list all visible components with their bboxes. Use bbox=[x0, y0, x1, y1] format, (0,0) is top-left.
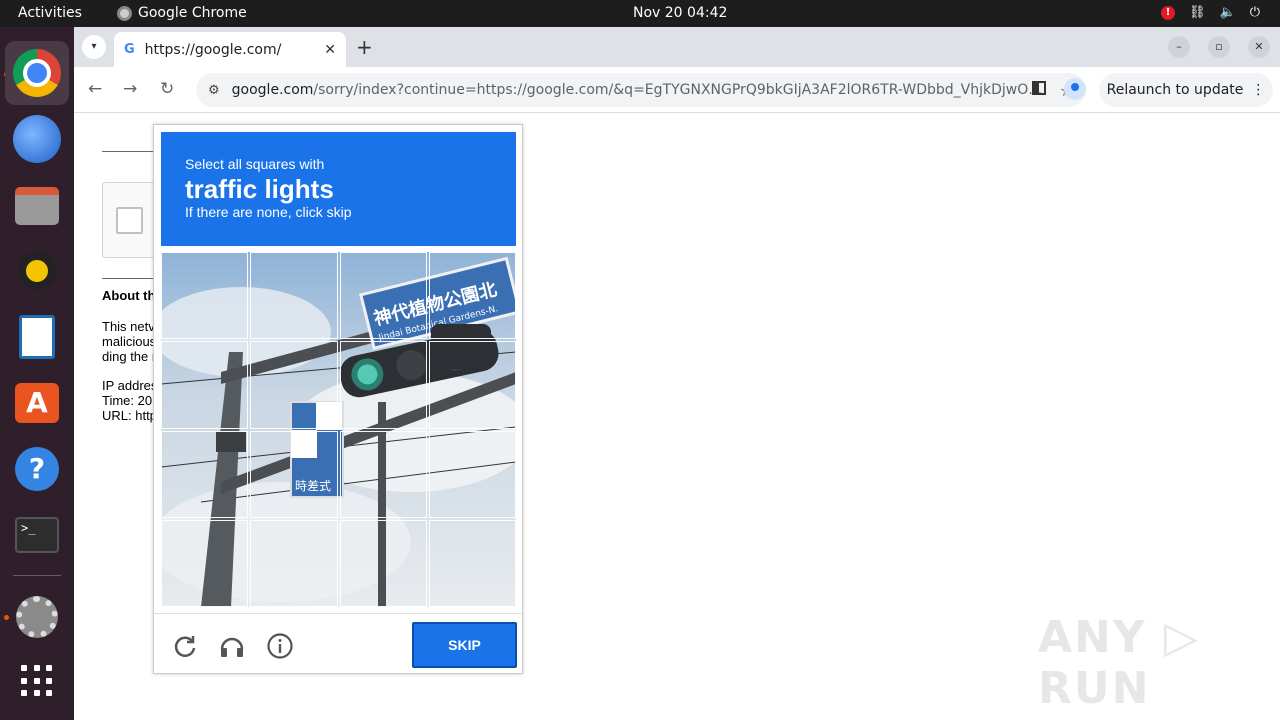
google-favicon-icon: G bbox=[124, 42, 135, 57]
info-icon[interactable] bbox=[266, 632, 294, 660]
rhythmbox-icon bbox=[18, 252, 56, 290]
profile-avatar[interactable] bbox=[1064, 78, 1086, 100]
tab-active[interactable]: G https://google.com/ ✕ bbox=[114, 32, 346, 67]
side-panel-icon[interactable] bbox=[1032, 81, 1046, 95]
close-window-button[interactable]: ✕ bbox=[1248, 36, 1270, 58]
dock-thunderbird[interactable] bbox=[5, 107, 69, 171]
captcha-tile[interactable] bbox=[339, 519, 427, 607]
dock-help[interactable]: ? bbox=[5, 437, 69, 501]
captcha-challenge: Select all squares with traffic lights I… bbox=[153, 124, 524, 675]
skip-button[interactable]: SKIP bbox=[412, 622, 517, 668]
captcha-tile[interactable] bbox=[339, 341, 427, 429]
dock-chrome[interactable] bbox=[5, 41, 69, 105]
tab-close-icon[interactable]: ✕ bbox=[324, 42, 336, 58]
captcha-tile[interactable] bbox=[339, 430, 427, 518]
captcha-footer: SKIP bbox=[154, 613, 524, 675]
minimize-button[interactable]: – bbox=[1168, 36, 1190, 58]
captcha-tiles bbox=[161, 252, 516, 607]
window-controls: – ▫ ✕ bbox=[1168, 36, 1270, 58]
network-icon[interactable]: ⛓ bbox=[1189, 5, 1206, 20]
relaunch-label: Relaunch to update bbox=[1106, 82, 1244, 98]
app-center-icon: A bbox=[15, 383, 59, 423]
anyrun-watermark: ANY ▷ RUN bbox=[1038, 612, 1200, 714]
captcha-instruction: Select all squares with bbox=[185, 156, 325, 172]
dock-terminal[interactable]: >_ bbox=[5, 503, 69, 567]
captcha-tile[interactable] bbox=[428, 430, 516, 518]
captcha-tile[interactable] bbox=[161, 341, 249, 429]
forward-icon[interactable]: → bbox=[123, 79, 137, 99]
help-icon: ? bbox=[15, 447, 59, 491]
about-heading: About th bbox=[102, 288, 156, 303]
reload-challenge-icon[interactable] bbox=[171, 632, 199, 660]
captcha-target: traffic lights bbox=[185, 174, 334, 204]
back-icon[interactable]: ← bbox=[88, 79, 102, 99]
recaptcha-checkbox[interactable] bbox=[116, 207, 143, 234]
alert-icon[interactable]: ! bbox=[1161, 5, 1175, 20]
clock[interactable]: Nov 20 04:42 bbox=[633, 5, 727, 21]
tab-title: https://google.com/ bbox=[144, 41, 282, 58]
captcha-tile[interactable] bbox=[161, 519, 249, 607]
dock-files[interactable] bbox=[5, 174, 69, 238]
maximize-button[interactable]: ▫ bbox=[1208, 36, 1230, 58]
captcha-tile[interactable] bbox=[428, 519, 516, 607]
dock-rhythmbox[interactable] bbox=[5, 239, 69, 303]
show-apps-icon bbox=[21, 665, 53, 697]
audio-challenge-icon[interactable] bbox=[218, 632, 246, 660]
reload-icon[interactable]: ↻ bbox=[160, 79, 174, 99]
thunderbird-icon bbox=[13, 115, 61, 163]
captcha-hint: If there are none, click skip bbox=[185, 204, 352, 220]
captcha-tile[interactable] bbox=[428, 252, 516, 340]
activities-button[interactable]: Activities bbox=[18, 5, 82, 21]
captcha-tile[interactable] bbox=[250, 252, 338, 340]
writer-icon bbox=[19, 315, 55, 359]
captcha-tile[interactable] bbox=[161, 430, 249, 518]
dock-app-center[interactable]: A bbox=[5, 371, 69, 435]
dock-writer[interactable] bbox=[5, 305, 69, 369]
system-tray[interactable]: ! ⛓ 🔈 ⏻ bbox=[1161, 5, 1260, 20]
site-info-icon[interactable]: ⚙ bbox=[208, 83, 220, 98]
chrome-icon bbox=[13, 49, 61, 97]
captcha-tile[interactable] bbox=[250, 519, 338, 607]
gnome-top-bar: Activities Google Chrome Nov 20 04:42 ! … bbox=[0, 0, 1280, 27]
captcha-tile[interactable] bbox=[428, 341, 516, 429]
dock-settings[interactable] bbox=[5, 585, 69, 649]
captcha-tile[interactable] bbox=[161, 252, 249, 340]
dock-separator bbox=[13, 575, 61, 576]
dock-show-apps[interactable] bbox=[5, 649, 69, 713]
captcha-image-grid: 神代植物公園北 Jindai Botanical Gardens-N. 時差式 bbox=[161, 252, 516, 607]
captcha-header: Select all squares with traffic lights I… bbox=[161, 132, 516, 246]
chrome-menu-icon[interactable]: ⋮ bbox=[1251, 82, 1265, 98]
dock: A ? >_ bbox=[0, 27, 74, 720]
settings-icon bbox=[16, 596, 58, 638]
captcha-tile[interactable] bbox=[250, 341, 338, 429]
address-bar[interactable]: ⚙ google.com/sorry/index?continue=https:… bbox=[196, 73, 1086, 107]
tab-strip: ▾ G https://google.com/ ✕ + – ▫ ✕ bbox=[74, 27, 1280, 67]
browser-toolbar: ← → ↻ ⚙ google.com/sorry/index?continue=… bbox=[74, 67, 1280, 113]
tab-search-button[interactable]: ▾ bbox=[82, 35, 106, 59]
captcha-tile[interactable] bbox=[339, 252, 427, 340]
relaunch-button[interactable]: Relaunch to update ⋮ bbox=[1099, 73, 1273, 107]
volume-icon[interactable]: 🔈 bbox=[1220, 5, 1236, 20]
url-text[interactable]: google.com/sorry/index?continue=https://… bbox=[232, 82, 1052, 98]
power-icon[interactable]: ⏻ bbox=[1250, 5, 1260, 20]
app-menu[interactable]: Google Chrome bbox=[117, 5, 247, 21]
new-tab-button[interactable]: + bbox=[356, 35, 373, 59]
captcha-tile[interactable] bbox=[250, 430, 338, 518]
app-name-label: Google Chrome bbox=[138, 5, 247, 21]
terminal-icon: >_ bbox=[15, 517, 59, 553]
chrome-small-icon bbox=[117, 5, 132, 21]
files-icon bbox=[15, 187, 59, 225]
